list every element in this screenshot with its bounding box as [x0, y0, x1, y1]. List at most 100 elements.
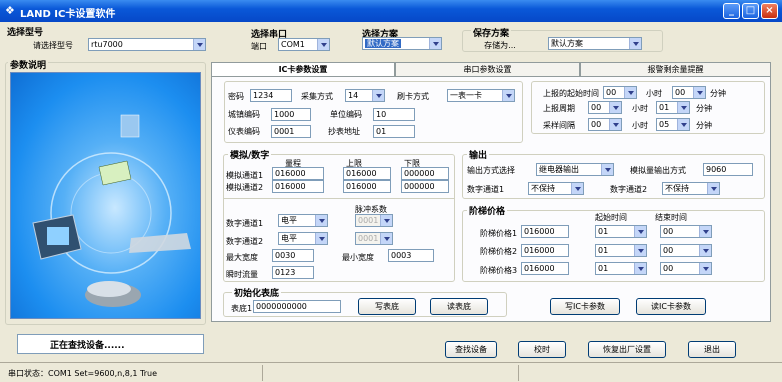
analog-ch1-lower[interactable]: 000000 — [401, 167, 449, 180]
tab-ic-card[interactable]: IC卡参数设置 — [211, 62, 395, 77]
password-field[interactable]: 1234 — [250, 89, 292, 102]
digital-ch1-pulse-value: 0001 — [358, 216, 379, 225]
init-label: 表底1 — [231, 304, 253, 313]
collect-select[interactable]: 14 — [345, 89, 385, 102]
price-row-2-start-value: 01 — [598, 246, 609, 255]
analog-ch2-range[interactable]: 016000 — [272, 180, 324, 193]
init-heading: 初始化表底 — [232, 286, 282, 299]
write-card-button[interactable]: 写IC卡参数 — [550, 298, 620, 315]
sample-min-select[interactable]: 05 — [656, 118, 690, 131]
chevron-down-icon — [634, 226, 646, 237]
analog-output-field[interactable]: 9060 — [703, 163, 753, 176]
price-row-2-value[interactable]: 016000 — [521, 244, 569, 257]
chevron-down-icon — [317, 39, 329, 50]
analog-ch2-upper[interactable]: 016000 — [343, 180, 391, 193]
max-width-label: 最大宽度 — [226, 253, 258, 262]
chevron-down-icon — [429, 38, 441, 49]
output-dig2-select[interactable]: 不保持 — [662, 182, 720, 195]
scheme-value: 默认方案 — [365, 39, 401, 48]
tab-serial[interactable]: 串口参数设置 — [395, 62, 580, 77]
price-row-3-end-select[interactable]: 00 — [660, 262, 712, 275]
chevron-down-icon — [601, 164, 613, 175]
digital-ch1-select[interactable]: 电平 — [278, 214, 328, 227]
tab-alarm[interactable]: 报警剩余量提醒 — [580, 62, 771, 77]
divider — [223, 198, 455, 199]
report-period-hour-value: 00 — [591, 103, 602, 112]
chevron-down-icon — [677, 102, 689, 113]
init-field[interactable]: 0000000000 — [253, 300, 341, 313]
price-row-3-start-value: 01 — [598, 264, 609, 273]
chevron-down-icon — [699, 226, 711, 237]
meter-field[interactable]: 0001 — [271, 125, 311, 138]
digital-ch1-label: 数字通道1 — [226, 219, 264, 228]
collect-value: 14 — [348, 91, 359, 100]
flow-field[interactable]: 0123 — [272, 266, 314, 279]
write-base-button[interactable]: 写表底 — [358, 298, 416, 315]
minimize-button[interactable]: _ — [723, 3, 740, 19]
price-row-1-start-select[interactable]: 01 — [595, 225, 647, 238]
close-button[interactable]: × — [761, 3, 778, 19]
city-field[interactable]: 1000 — [271, 108, 311, 121]
analog-ch1-upper[interactable]: 016000 — [343, 167, 391, 180]
chevron-down-icon — [693, 87, 705, 98]
price-row-2-end-value: 00 — [663, 246, 674, 255]
serial-select[interactable]: COM1 — [278, 38, 330, 51]
price-row-3-start-select[interactable]: 01 — [595, 262, 647, 275]
analog-ch1-label: 模拟通道1 — [226, 171, 264, 180]
save-scheme-select[interactable]: 默认方案 — [548, 37, 642, 50]
output-mode-select[interactable]: 继电器输出 — [536, 163, 614, 176]
save-as-button[interactable]: 存储为... — [469, 38, 531, 55]
addr-label: 抄表地址 — [328, 127, 360, 136]
swipe-value: 一表一卡 — [450, 91, 482, 100]
minute-label-1: 分钟 — [710, 89, 726, 98]
addr-field[interactable]: 01 — [373, 125, 415, 138]
price-row-3-value[interactable]: 016000 — [521, 262, 569, 275]
chevron-down-icon — [609, 102, 621, 113]
param-desc-heading: 参数说明 — [8, 58, 49, 71]
price-row-1-end-value: 00 — [663, 227, 674, 236]
chevron-down-icon — [677, 119, 689, 130]
sample-hour-value: 00 — [591, 120, 602, 129]
price-row-1-end-select[interactable]: 00 — [660, 225, 712, 238]
price-row-2-end-select[interactable]: 00 — [660, 244, 712, 257]
chevron-down-icon — [634, 263, 646, 274]
exit-button[interactable]: 退出 — [688, 341, 736, 358]
status-divider — [518, 365, 519, 381]
min-width-field[interactable]: 0003 — [388, 249, 434, 262]
unit-field[interactable]: 10 — [373, 108, 415, 121]
analog-ch1-range[interactable]: 016000 — [272, 167, 324, 180]
report-period-min-select[interactable]: 01 — [656, 101, 690, 114]
analog-ch2-lower[interactable]: 000000 — [401, 180, 449, 193]
search-status-text: 正在查找设备...... — [50, 341, 125, 351]
read-card-button[interactable]: 读IC卡参数 — [636, 298, 706, 315]
price-row-2-start-select[interactable]: 01 — [595, 244, 647, 257]
digital-ch1-value: 电平 — [281, 216, 297, 225]
report-start-min-select[interactable]: 00 — [672, 86, 706, 99]
app-icon: ❖ — [5, 4, 15, 17]
output-mode-value: 继电器输出 — [539, 165, 579, 174]
report-period-min-value: 01 — [659, 103, 670, 112]
max-width-field[interactable]: 0030 — [272, 249, 314, 262]
sample-hour-select[interactable]: 00 — [588, 118, 622, 131]
digital-ch2-pulse-select[interactable]: 0001 — [355, 232, 393, 245]
find-device-button[interactable]: 查找设备 — [445, 341, 497, 358]
factory-reset-button[interactable]: 恢复出厂设置 — [588, 341, 666, 358]
digital-ch2-select[interactable]: 电平 — [278, 232, 328, 245]
report-start-hour-select[interactable]: 00 — [603, 86, 637, 99]
price-row-1-value[interactable]: 016000 — [521, 225, 569, 238]
report-period-label: 上报周期 — [543, 104, 575, 113]
read-base-button[interactable]: 读表底 — [430, 298, 488, 315]
scheme-select[interactable]: 默认方案 — [362, 37, 442, 50]
output-dig1-value: 不保持 — [531, 184, 555, 193]
output-dig2-label: 数字通道2 — [610, 185, 648, 194]
status-box: 正在查找设备...... — [17, 334, 204, 354]
report-period-hour-select[interactable]: 00 — [588, 101, 622, 114]
sync-time-button[interactable]: 校时 — [518, 341, 566, 358]
model-select[interactable]: rtu7000 — [88, 38, 206, 51]
chevron-down-icon — [571, 183, 583, 194]
swipe-select[interactable]: 一表一卡 — [447, 89, 515, 102]
digital-ch1-pulse-select[interactable]: 0001 — [355, 214, 393, 227]
output-dig1-select[interactable]: 不保持 — [528, 182, 584, 195]
analog-heading: 模拟/数字 — [228, 148, 272, 161]
maximize-button[interactable]: □ — [742, 3, 759, 19]
